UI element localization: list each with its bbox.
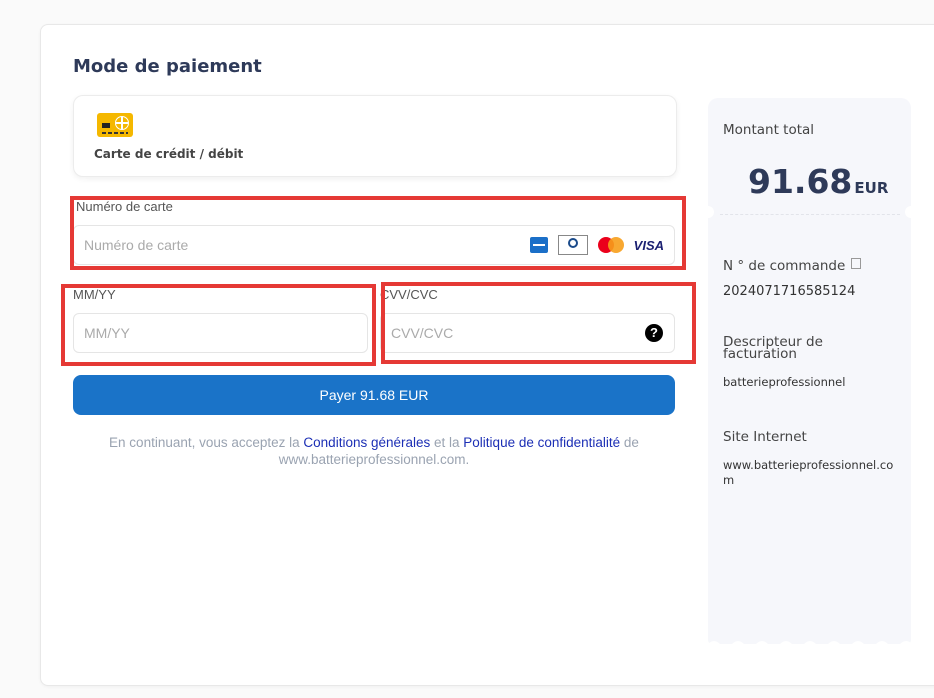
privacy-link[interactable]: Politique de confidentialité [463,435,620,450]
expiry-label: MM/YY [73,287,116,302]
expiry-input[interactable] [84,325,367,341]
order-number: 2024071716585124 [723,284,856,299]
copy-icon[interactable] [851,258,862,269]
billing-descriptor-value: batterieprofessionnel [723,375,846,389]
terms-link[interactable]: Conditions générales [303,435,430,450]
order-number-label: N ° de commande [723,258,862,274]
payment-method-option[interactable]: Carte de crédit / débit [73,95,677,177]
divider [720,214,900,215]
total-label: Montant total [723,122,815,138]
expiry-field[interactable] [73,313,368,353]
cvv-input[interactable] [391,325,674,341]
visa-icon: VISA [633,237,664,253]
cvv-label: CVV/CVC [380,287,438,302]
help-icon[interactable]: ? [645,324,663,342]
billing-descriptor-label: Descripteur de facturation [723,334,823,362]
payment-method-label: Carte de crédit / débit [94,147,244,161]
cvv-field[interactable]: ? [380,313,675,353]
diners-club-icon [557,235,588,255]
pay-button[interactable]: Payer 91.68 EUR [73,375,675,415]
amex-icon [529,237,548,253]
website-label: Site Internet [723,429,807,445]
page-title: Mode de paiement [73,56,262,77]
card-brands: VISA [529,235,664,255]
card-number-field[interactable]: VISA [73,225,675,265]
terms-text: En continuant, vous acceptez la Conditio… [109,435,639,467]
website-value: www.batterieprofessionnel.com [723,458,894,487]
mastercard-icon [597,237,624,253]
credit-card-icon [97,113,133,137]
currency: EUR [854,179,889,197]
card-number-label: Numéro de carte [76,199,173,214]
ticket-edge [708,641,911,650]
total-amount: 91.68 EUR [748,162,889,201]
order-summary: Montant total 91.68 EUR N ° de commande 2… [702,98,917,650]
